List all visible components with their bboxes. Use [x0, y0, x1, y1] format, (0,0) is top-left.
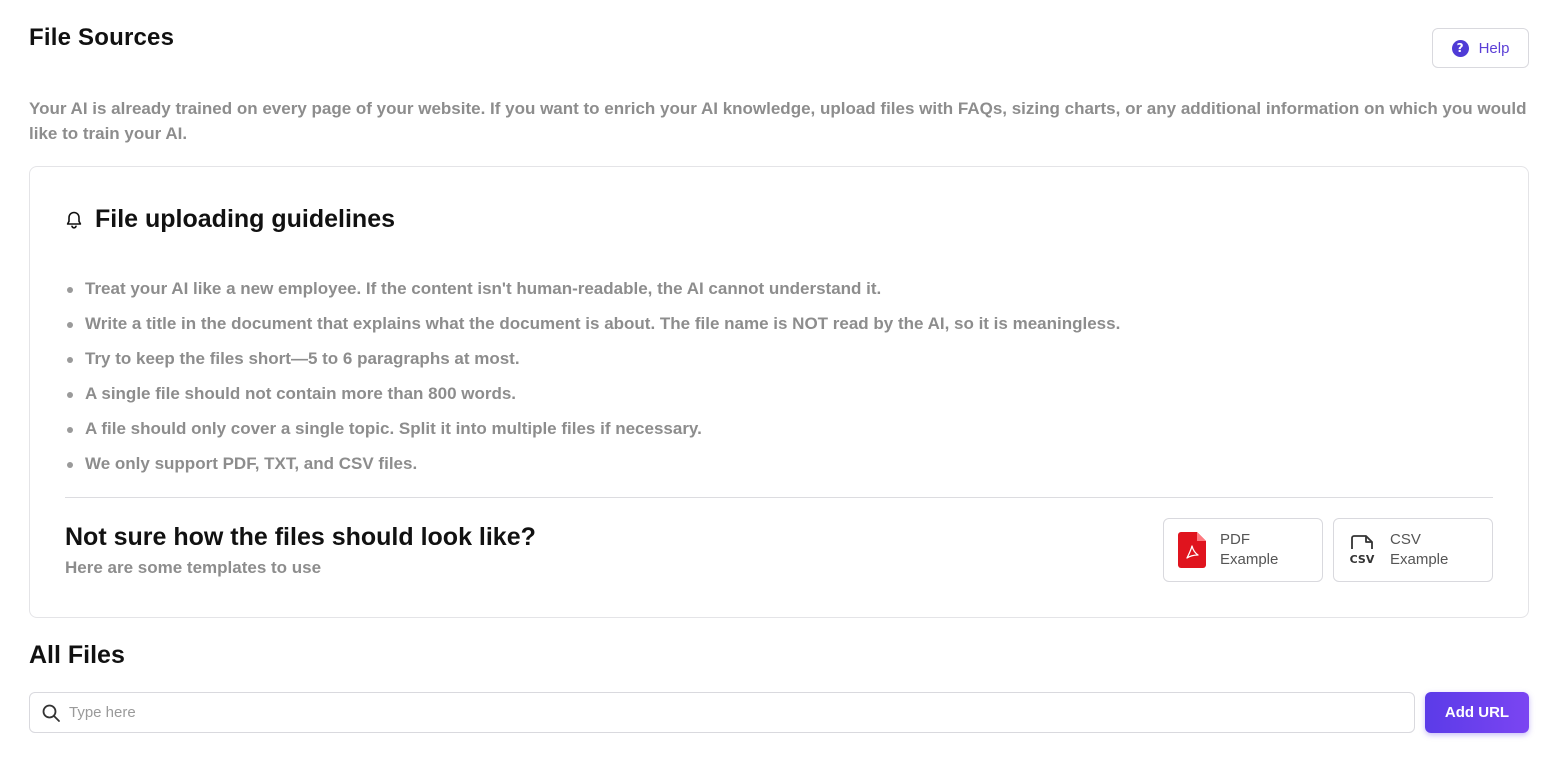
- csv-example-type: CSV: [1390, 531, 1421, 548]
- csv-file-icon: CSV: [1350, 535, 1375, 566]
- templates-subtitle: Here are some templates to use: [65, 558, 322, 577]
- intro-text: Your AI is already trained on every page…: [29, 99, 1527, 143]
- guideline-item: Treat your AI like a new employee. If th…: [65, 275, 1120, 310]
- guideline-item: We only support PDF, TXT, and CSV files.: [65, 450, 1120, 485]
- csv-example-text: Example: [1390, 551, 1449, 568]
- divider: [65, 497, 1493, 498]
- guidelines-list: Treat your AI like a new employee. If th…: [65, 275, 1120, 485]
- guidelines-card: File uploading guidelines Treat your AI …: [29, 166, 1529, 618]
- guideline-item: A file should only cover a single topic.…: [65, 415, 1120, 450]
- page-header: File Sources ? Help: [29, 0, 1529, 80]
- pdf-example-type: PDF: [1220, 531, 1250, 548]
- file-sources-page: File Sources ? Help Your AI is already t…: [0, 0, 1550, 781]
- guidelines-header: File uploading guidelines: [65, 205, 395, 234]
- question-circle-icon: ?: [1451, 39, 1469, 57]
- guideline-item: Try to keep the files short—5 to 6 parag…: [65, 345, 1120, 380]
- csv-example-button[interactable]: CSV CSV Example: [1333, 518, 1493, 582]
- page-title: File Sources: [29, 24, 175, 51]
- pdf-example-label: PDF Example: [1220, 530, 1278, 570]
- pdf-file-icon: [1178, 532, 1206, 568]
- templates-title: Not sure how the files should look like?: [65, 523, 536, 551]
- guideline-item: A single file should not contain more th…: [65, 380, 1120, 415]
- csv-example-label: CSV Example: [1390, 530, 1448, 570]
- search-input[interactable]: [69, 704, 1369, 721]
- search-icon: [42, 704, 60, 722]
- pdf-example-text: Example: [1220, 551, 1279, 568]
- help-button[interactable]: ? Help: [1432, 28, 1529, 68]
- guideline-item: Write a title in the document that expla…: [65, 310, 1120, 345]
- svg-text:CSV: CSV: [1350, 553, 1375, 566]
- pdf-example-button[interactable]: PDF Example: [1163, 518, 1323, 582]
- search-box: [29, 692, 1415, 733]
- help-label: Help: [1478, 39, 1510, 57]
- all-files-title: All Files: [29, 641, 125, 669]
- guidelines-title: File uploading guidelines: [95, 205, 396, 233]
- bell-icon: [66, 211, 82, 229]
- add-url-button[interactable]: Add URL: [1425, 692, 1529, 733]
